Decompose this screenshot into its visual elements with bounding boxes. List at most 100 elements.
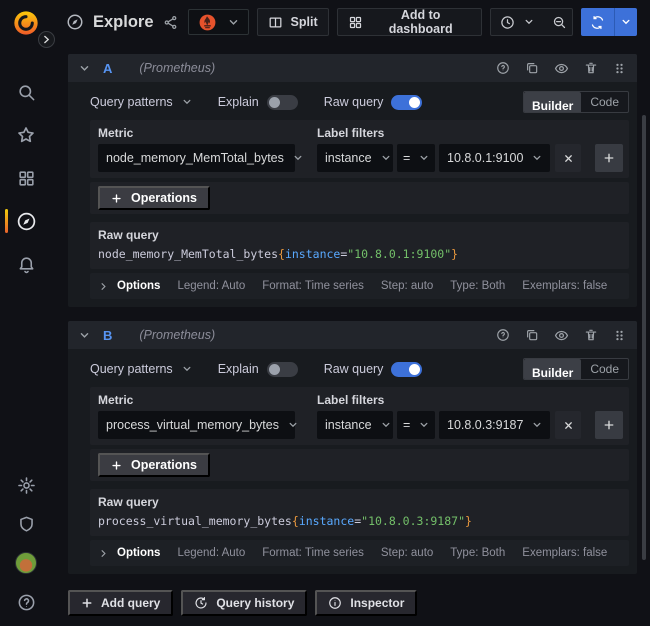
duplicate-query-icon[interactable] [525, 61, 539, 75]
raw-query-toggle[interactable] [391, 362, 422, 377]
operations-button[interactable]: Operations [98, 453, 210, 477]
refresh-button[interactable] [581, 8, 614, 36]
sidebar-item-starred[interactable] [0, 125, 52, 145]
secondary-actions-row: Add query Query history Inspector [68, 590, 637, 616]
builder-tab[interactable]: Builder [524, 92, 581, 113]
filter-key-select[interactable]: instance [317, 144, 393, 172]
operations-panel: Operations [90, 182, 629, 214]
query-help-icon[interactable] [496, 61, 510, 75]
add-query-button[interactable]: Add query [68, 590, 173, 616]
sidebar-item-search[interactable] [0, 82, 52, 102]
add-to-dashboard-button[interactable]: Add to dashboard [337, 8, 482, 36]
raw-query-label: Raw query [324, 362, 384, 376]
filter-value-select[interactable]: 10.8.0.3:9187 [439, 411, 550, 439]
query-patterns-dropdown[interactable]: Query patterns [90, 95, 192, 109]
time-picker-button[interactable] [491, 9, 543, 35]
toggle-knob [269, 97, 280, 108]
query-row-header: B (Prometheus) [68, 321, 637, 349]
time-picker-group [490, 8, 573, 36]
code-tab[interactable]: Code [581, 92, 628, 112]
builder-tab[interactable]: Builder [524, 359, 581, 380]
promql-label-value: "10.8.0.1:9100" [347, 247, 451, 261]
chevron-down-icon [381, 420, 391, 430]
filter-value-select[interactable]: 10.8.0.1:9100 [439, 144, 550, 172]
query-history-button[interactable]: Query history [181, 590, 307, 616]
scrollbar-thumb[interactable] [642, 115, 646, 560]
query-patterns-dropdown[interactable]: Query patterns [90, 362, 192, 376]
metric-label: Metric [98, 126, 295, 140]
filter-operator-value: = [403, 418, 410, 432]
apps-icon [17, 169, 36, 188]
clock-icon [500, 15, 515, 30]
chevron-down-icon [182, 364, 192, 374]
inspector-button[interactable]: Inspector [315, 590, 417, 616]
remove-filter-button[interactable] [555, 144, 581, 172]
query-help-icon[interactable] [496, 328, 510, 342]
chevron-down-icon [419, 420, 429, 430]
chevron-down-icon [532, 153, 542, 163]
sidebar-item-help[interactable] [0, 592, 52, 612]
delete-query-trash-icon[interactable] [584, 61, 598, 75]
metric-select[interactable]: node_memory_MemTotal_bytes [98, 144, 295, 172]
refresh-interval-dropdown[interactable] [615, 8, 637, 36]
toggle-visibility-eye-icon[interactable] [554, 328, 569, 343]
options-summary-row: Options Legend: Auto Format: Time series… [90, 273, 629, 299]
options-toggle[interactable]: Options [99, 547, 160, 559]
raw-query-panel: Raw query process_virtual_memory_bytes{i… [90, 489, 629, 536]
sync-icon [590, 15, 605, 30]
sidebar-item-server-admin[interactable] [0, 514, 52, 534]
sidebar-item-alerting[interactable] [0, 254, 52, 274]
explain-toggle[interactable] [267, 362, 298, 377]
user-avatar[interactable] [0, 553, 52, 573]
sidebar-expand-button[interactable] [38, 31, 55, 48]
split-button[interactable]: Split [257, 8, 329, 36]
editor-mode-switch: Builder Code [523, 358, 629, 380]
label-filter-row: instance = [317, 411, 623, 439]
metric-label: Metric [98, 393, 295, 407]
promql-metric: process_virtual_memory_bytes [98, 514, 292, 528]
collapse-chevron-icon[interactable] [79, 330, 90, 341]
plus-icon [603, 419, 615, 431]
remove-filter-button[interactable] [555, 411, 581, 439]
info-circle-icon [328, 596, 342, 610]
filter-key-select[interactable]: instance [317, 411, 393, 439]
chevron-down-icon [419, 153, 429, 163]
operations-button[interactable]: Operations [98, 186, 210, 210]
query-row-actions [496, 61, 626, 76]
drag-handle-icon[interactable] [613, 329, 626, 342]
editor-mode-switch: Builder Code [523, 91, 629, 113]
code-tab[interactable]: Code [581, 359, 628, 379]
chevron-down-icon [524, 17, 534, 27]
promql-label-name: instance [285, 247, 340, 261]
options-label: Options [117, 280, 160, 292]
explain-toggle[interactable] [267, 95, 298, 110]
query-rows: A (Prometheus) [68, 54, 637, 616]
filter-operator-select[interactable]: = [397, 411, 435, 439]
collapse-chevron-icon[interactable] [79, 63, 90, 74]
add-query-label: Add query [101, 596, 160, 610]
sidebar-item-explore[interactable] [0, 211, 52, 231]
sidebar-item-configuration[interactable] [0, 475, 52, 495]
sidebar-item-dashboards[interactable] [0, 168, 52, 188]
grafana-logo[interactable] [12, 9, 40, 37]
drag-handle-icon[interactable] [613, 62, 626, 75]
raw-query-toggle[interactable] [391, 95, 422, 110]
zoom-out-button[interactable] [543, 9, 573, 35]
operations-label: Operations [131, 191, 197, 205]
add-filter-button[interactable] [595, 144, 623, 172]
shield-icon [17, 515, 36, 534]
option-format: Format: Time series [262, 547, 364, 559]
duplicate-query-icon[interactable] [525, 328, 539, 342]
add-filter-button[interactable] [595, 411, 623, 439]
share-icon[interactable] [163, 15, 178, 30]
toggle-visibility-eye-icon[interactable] [554, 61, 569, 76]
query-history-label: Query history [216, 596, 294, 610]
filter-operator-select[interactable]: = [397, 144, 435, 172]
metric-select[interactable]: process_virtual_memory_bytes [98, 411, 295, 439]
query-row-header: A (Prometheus) [68, 54, 637, 82]
split-label: Split [291, 15, 318, 29]
options-toggle[interactable]: Options [99, 280, 160, 292]
toggle-knob [409, 364, 420, 375]
datasource-picker[interactable] [188, 9, 249, 35]
delete-query-trash-icon[interactable] [584, 328, 598, 342]
